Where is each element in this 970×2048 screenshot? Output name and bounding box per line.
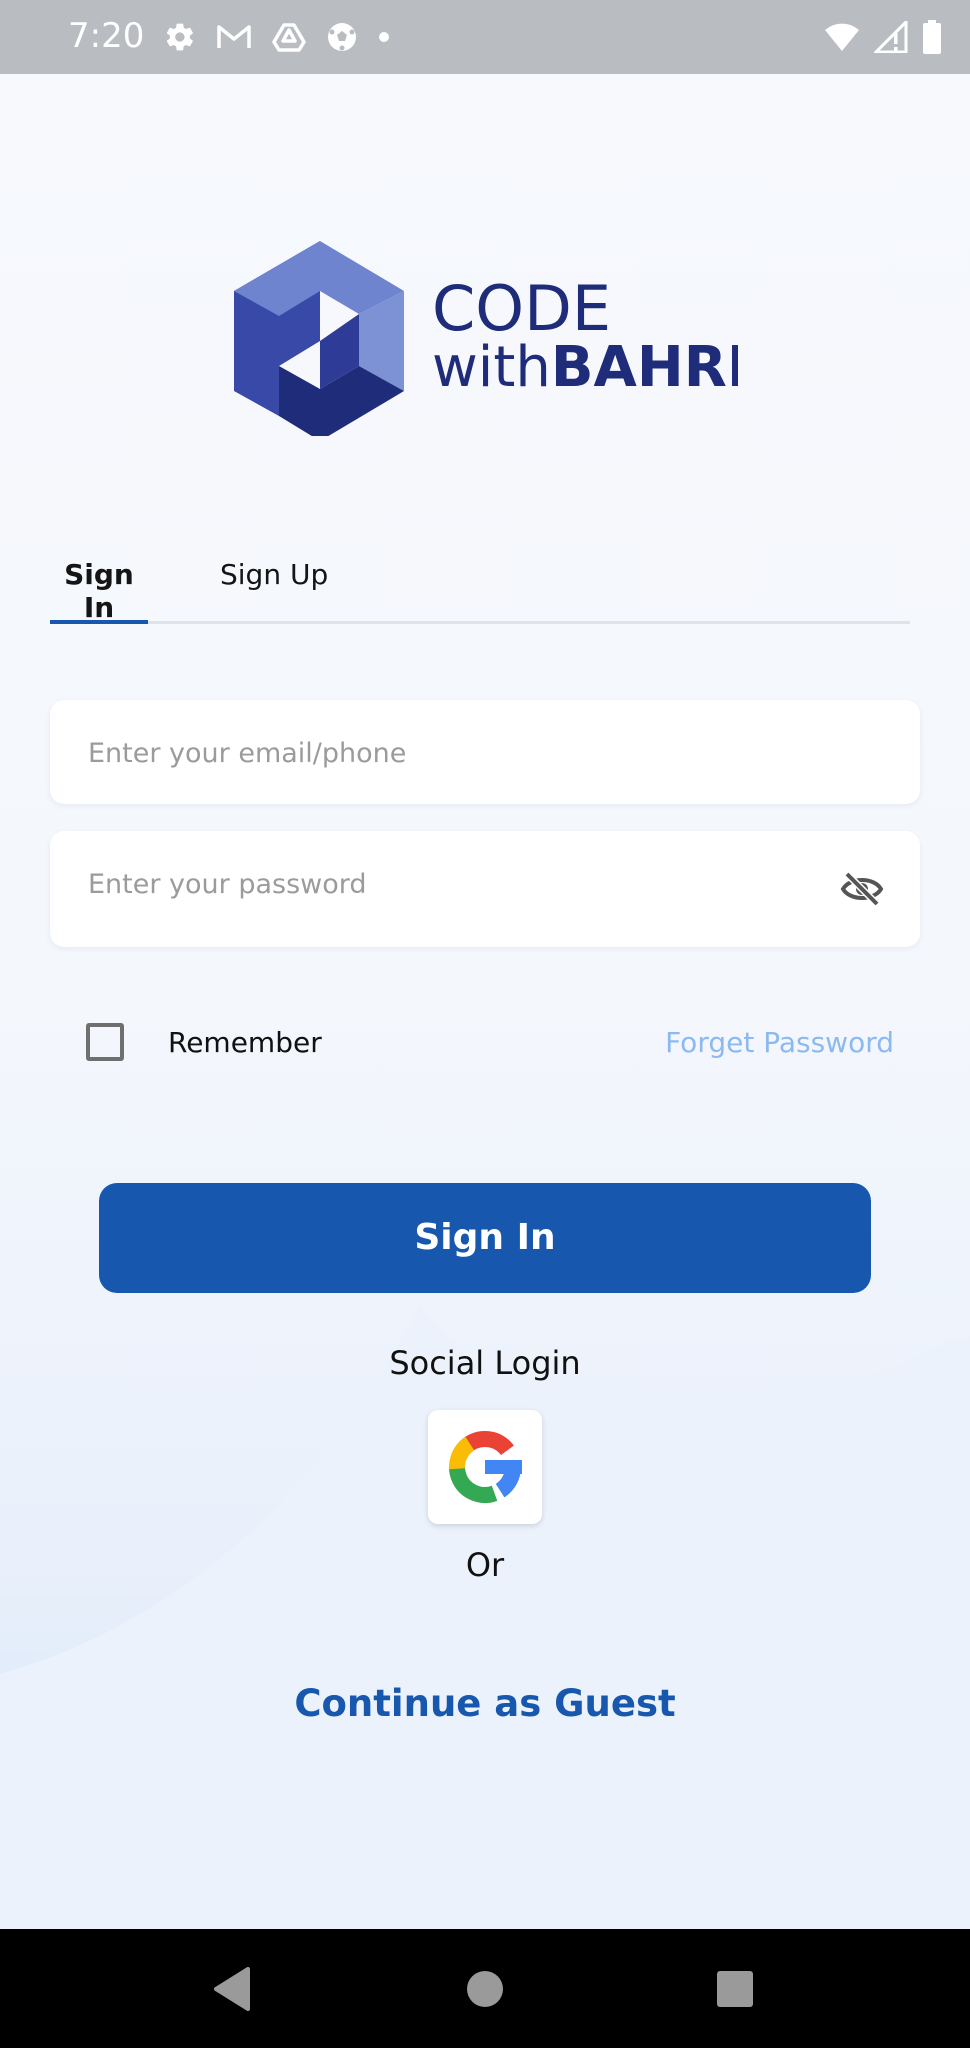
remember-label: Remember	[168, 1025, 322, 1059]
social-login-title: Social Login	[389, 1344, 581, 1382]
google-login-button[interactable]	[428, 1410, 542, 1524]
google-icon	[449, 1431, 522, 1503]
active-tab-indicator	[50, 620, 148, 624]
signal-icon	[874, 21, 908, 53]
status-time: 7:20	[68, 16, 145, 56]
home-circle-icon[interactable]	[455, 1959, 515, 2019]
logo-text-with-light: with	[432, 335, 551, 400]
battery-icon	[923, 20, 941, 54]
status-bar: 7:20	[0, 0, 970, 74]
tab-divider	[50, 621, 910, 624]
status-icons-right	[824, 18, 942, 56]
back-triangle-icon[interactable]	[204, 1959, 264, 2019]
continue-as-guest-link[interactable]: Continue as Guest	[0, 1682, 970, 1725]
wifi-icon	[825, 23, 859, 51]
tab-sign-up[interactable]: Sign Up	[220, 558, 328, 591]
gear-icon	[166, 23, 193, 51]
logo-text-with: withBAHRI	[432, 335, 738, 400]
navigation-bar	[0, 1929, 970, 2048]
remember-checkbox[interactable]	[86, 1023, 124, 1061]
logo-text-bahri: BAHRI	[551, 335, 738, 400]
drive-icon	[272, 23, 306, 52]
or-separator: Or	[465, 1546, 505, 1584]
gmail-icon	[217, 25, 251, 48]
sign-in-button[interactable]: Sign In	[99, 1183, 871, 1293]
password-field-container	[50, 825, 920, 947]
soccer-ball-icon	[328, 23, 356, 51]
recents-square-icon[interactable]	[705, 1959, 765, 2019]
password-input[interactable]	[86, 825, 830, 943]
eye-off-icon[interactable]	[840, 871, 884, 907]
email-field-container	[50, 700, 920, 806]
email-input[interactable]	[86, 700, 830, 806]
auth-tabs: Sign In Sign Up	[50, 550, 910, 624]
remember-row: Remember	[86, 1023, 322, 1061]
forget-password-link[interactable]: Forget Password	[665, 1026, 894, 1059]
code-with-bahri-logo: CODE withBAHRI	[234, 241, 738, 436]
status-icons-left	[164, 19, 390, 55]
login-screen: CODE withBAHRI Sign In Sign Up Remember …	[0, 74, 970, 1929]
dot-icon	[379, 32, 389, 42]
tab-sign-in[interactable]: Sign In	[50, 558, 148, 624]
